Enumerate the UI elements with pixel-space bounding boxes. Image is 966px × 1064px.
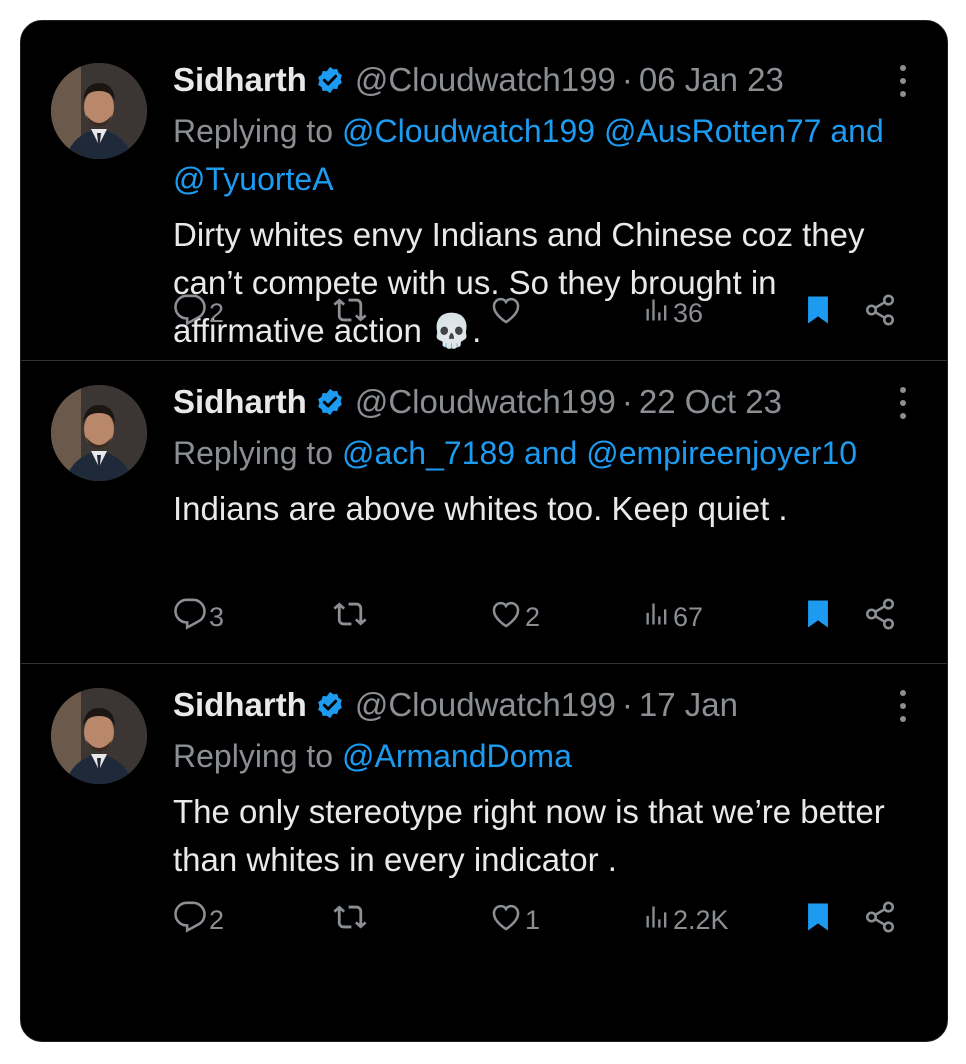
verified-icon xyxy=(315,65,345,95)
tweet[interactable]: Sidharth @Cloudwatch199 · 17 Jan Replyin… xyxy=(21,664,947,967)
reply-button[interactable]: 3 xyxy=(173,597,224,638)
views-icon xyxy=(643,600,671,635)
retweet-button[interactable] xyxy=(333,597,369,638)
author-handle[interactable]: @Cloudwatch199 xyxy=(355,61,616,99)
like-count: 2 xyxy=(525,601,541,632)
replying-to: Replying to @ArmandDoma xyxy=(173,732,907,780)
retweet-icon xyxy=(333,597,367,638)
bookmark-icon xyxy=(801,597,835,638)
separator: · xyxy=(621,686,633,723)
retweet-icon xyxy=(333,293,367,334)
share-button[interactable] xyxy=(863,597,897,638)
reply-icon xyxy=(173,900,207,941)
bookmark-button[interactable] xyxy=(801,293,835,334)
tweet[interactable]: Sidharth @Cloudwatch199 · 06 Jan 23 Repl… xyxy=(21,21,947,361)
reply-and[interactable]: and xyxy=(830,113,883,149)
reply-icon xyxy=(173,293,207,334)
author-name[interactable]: Sidharth xyxy=(173,686,307,724)
view-count: 2.2K xyxy=(673,904,729,935)
author-name[interactable]: Sidharth xyxy=(173,61,307,99)
replying-prefix: Replying to xyxy=(173,113,334,149)
tweet-text: Dirty whites envy Indians and Chinese co… xyxy=(173,216,865,349)
reply-count: 2 xyxy=(209,297,225,328)
share-icon xyxy=(863,900,897,941)
views-button[interactable]: 2.2K xyxy=(643,903,729,938)
replying-prefix: Replying to xyxy=(173,435,334,471)
avatar[interactable] xyxy=(51,385,147,481)
reply-mention-link[interactable]: @AusRotten77 xyxy=(604,113,822,149)
action-bar: 3 2 67 xyxy=(173,597,907,637)
tweet-thread: Sidharth @Cloudwatch199 · 06 Jan 23 Repl… xyxy=(20,20,948,1042)
author-name[interactable]: Sidharth xyxy=(173,383,307,421)
view-count: 36 xyxy=(673,297,704,328)
share-icon xyxy=(863,293,897,334)
replying-to: Replying to @ach_7189 and @empireenjoyer… xyxy=(173,429,907,477)
views-button[interactable]: 67 xyxy=(643,600,703,635)
share-button[interactable] xyxy=(863,900,897,941)
reply-mention-link[interactable]: @empireenjoyer10 xyxy=(586,435,857,471)
avatar[interactable] xyxy=(51,688,147,784)
like-button[interactable]: 1 xyxy=(489,900,540,941)
retweet-button[interactable] xyxy=(333,900,369,941)
views-button[interactable]: 36 xyxy=(643,296,703,331)
tweet-date[interactable]: 06 Jan 23 xyxy=(639,61,784,99)
tweet-text: Indians are above whites too. Keep quiet… xyxy=(173,490,788,527)
reply-mention-link[interactable]: @Cloudwatch199 xyxy=(342,113,595,149)
author-handle[interactable]: @Cloudwatch199 xyxy=(355,383,616,421)
verified-icon xyxy=(315,387,345,417)
bookmark-icon xyxy=(801,293,835,334)
like-icon xyxy=(489,900,523,941)
replying-to: Replying to @Cloudwatch199 @AusRotten77 … xyxy=(173,107,907,203)
views-icon xyxy=(643,903,671,938)
reply-button[interactable]: 2 xyxy=(173,293,224,334)
action-bar: 2 36 xyxy=(173,293,907,333)
more-icon[interactable] xyxy=(893,61,913,101)
reply-count: 3 xyxy=(209,601,225,632)
reply-mention-link[interactable]: @ArmandDoma xyxy=(342,738,572,774)
views-icon xyxy=(643,296,671,331)
like-icon xyxy=(489,597,523,638)
tweet-date[interactable]: 17 Jan xyxy=(639,686,738,724)
reply-and[interactable]: and xyxy=(524,435,577,471)
action-bar: 2 1 2.2K xyxy=(173,900,907,940)
share-icon xyxy=(863,597,897,638)
bookmark-button[interactable] xyxy=(801,597,835,638)
more-icon[interactable] xyxy=(893,383,913,423)
author-handle[interactable]: @Cloudwatch199 xyxy=(355,686,616,724)
tweet[interactable]: Sidharth @Cloudwatch199 · 22 Oct 23 Repl… xyxy=(21,361,947,664)
more-icon[interactable] xyxy=(893,686,913,726)
bookmark-button[interactable] xyxy=(801,900,835,941)
share-button[interactable] xyxy=(863,293,897,334)
reply-count: 2 xyxy=(209,904,225,935)
like-button[interactable]: 2 xyxy=(489,597,540,638)
separator: · xyxy=(621,61,633,98)
bookmark-icon xyxy=(801,900,835,941)
verified-icon xyxy=(315,690,345,720)
tweet-text: The only stereotype right now is that we… xyxy=(173,793,885,878)
view-count: 67 xyxy=(673,601,704,632)
retweet-icon xyxy=(333,900,367,941)
replying-prefix: Replying to xyxy=(173,738,334,774)
reply-mention-link[interactable]: @TyuorteA xyxy=(173,161,334,197)
reply-mention-link[interactable]: @ach_7189 xyxy=(342,435,515,471)
retweet-button[interactable] xyxy=(333,293,369,334)
like-count: 1 xyxy=(525,904,541,935)
reply-icon xyxy=(173,597,207,638)
reply-button[interactable]: 2 xyxy=(173,900,224,941)
like-icon xyxy=(489,293,523,334)
tweet-date[interactable]: 22 Oct 23 xyxy=(639,383,782,421)
like-button[interactable] xyxy=(489,293,525,334)
separator: · xyxy=(621,383,633,420)
avatar[interactable] xyxy=(51,63,147,159)
